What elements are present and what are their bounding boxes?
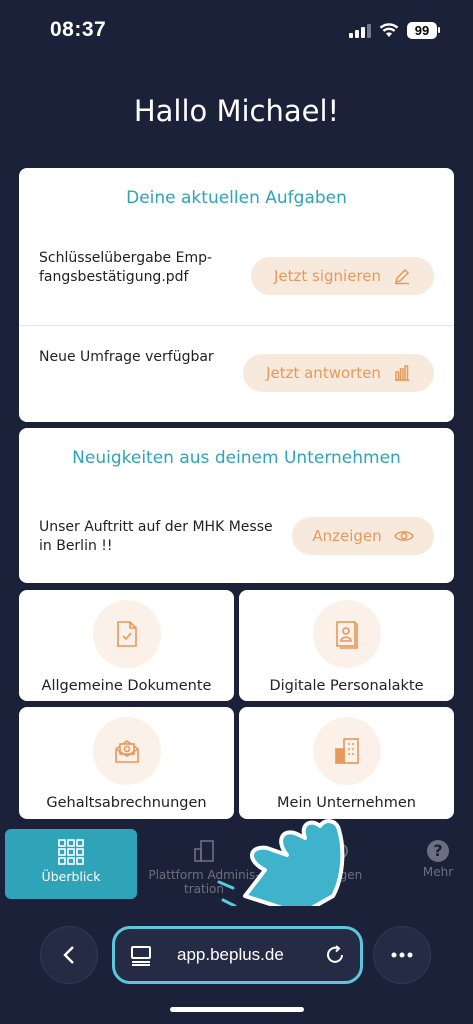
sign-now-button[interactable]: Jetzt signieren — [251, 257, 434, 295]
task-text-line: Schlüsselübergabe Emp- — [39, 250, 213, 266]
help-icon: ? — [427, 840, 449, 862]
tasks-card: Deine aktuellen Aufgaben Schlüsselüberga… — [19, 168, 454, 422]
tile-general-documents[interactable]: Allgemeine Dokumente — [19, 590, 234, 701]
nav-item-more[interactable]: ? Mehr — [408, 830, 468, 879]
status-time: 08:37 — [50, 18, 107, 41]
task-text-line: fangsbestätigung.pdf — [39, 269, 189, 285]
tile-icon-circle — [312, 717, 381, 785]
back-button[interactable] — [40, 926, 98, 984]
home-indicator — [170, 1007, 304, 1012]
news-item-text: Unser Auftritt auf der MHK Messe in Berl… — [39, 518, 273, 556]
url-text: app.beplus.de — [177, 945, 284, 964]
wifi-icon — [379, 23, 399, 37]
news-card: Neuigkeiten aus deinem Unternehmen Unser… — [19, 428, 454, 583]
nav-label-overview: Überblick — [41, 869, 101, 884]
tile-icon-circle — [92, 717, 161, 785]
news-text-line: in Berlin !! — [39, 538, 113, 554]
tile-label: Digitale Personalakte — [269, 678, 424, 694]
personnel-file-icon — [335, 621, 358, 649]
nav-item-overview[interactable]: Überblick — [5, 829, 137, 899]
tasks-card-title: Deine aktuellen Aufgaben — [126, 188, 347, 208]
news-card-title: Neuigkeiten aus deinem Unternehmen — [72, 448, 401, 468]
eye-icon — [393, 531, 414, 541]
page-menu-icon — [131, 946, 151, 966]
task-item-text: Schlüsselübergabe Emp- fangsbestätigung.… — [39, 249, 212, 287]
payslip-envelope-icon — [114, 740, 139, 763]
divider — [19, 325, 454, 326]
tile-label: Gehaltsabrechnungen — [46, 795, 207, 811]
news-text-line: Unser Auftritt auf der MHK Messe — [39, 519, 273, 535]
url-bar[interactable]: app.beplus.de — [112, 926, 363, 984]
tile-payslips[interactable]: Gehaltsabrechnungen — [19, 707, 234, 819]
battery-indicator: 99 — [407, 22, 440, 39]
tile-digital-personnel-file[interactable]: Digitale Personalakte — [239, 590, 454, 701]
reload-icon[interactable] — [324, 944, 346, 966]
page-title: Hallo Michael! — [133, 94, 340, 128]
chevron-left-icon — [63, 946, 74, 964]
show-news-button[interactable]: Anzeigen — [292, 517, 434, 555]
tile-label: Allgemeine Dokumente — [41, 678, 212, 694]
answer-now-button[interactable]: Jetzt antworten — [243, 354, 434, 392]
task-item-text: Neue Umfrage verfügbar — [39, 348, 214, 367]
pointing-hand-icon — [217, 819, 345, 918]
document-check-icon — [116, 621, 137, 647]
nav-label-more: Mehr — [422, 865, 454, 879]
status-icons: 99 — [349, 22, 440, 39]
show-news-label: Anzeigen — [312, 527, 382, 545]
grid-icon — [58, 839, 84, 865]
more-options-button[interactable] — [373, 926, 431, 984]
task-text-line: Neue Umfrage verfügbar — [39, 349, 214, 365]
building-icon — [334, 738, 359, 764]
signal-icon — [349, 23, 371, 38]
bar-chart-icon — [394, 365, 409, 381]
status-bar: 08:37 99 — [0, 0, 473, 62]
pencil-icon — [394, 268, 410, 285]
tile-icon-circle — [312, 600, 381, 668]
tile-icon-circle — [92, 600, 161, 668]
sign-now-label: Jetzt signieren — [273, 267, 382, 285]
answer-now-label: Jetzt antworten — [266, 364, 381, 382]
ellipsis-icon — [391, 952, 413, 958]
